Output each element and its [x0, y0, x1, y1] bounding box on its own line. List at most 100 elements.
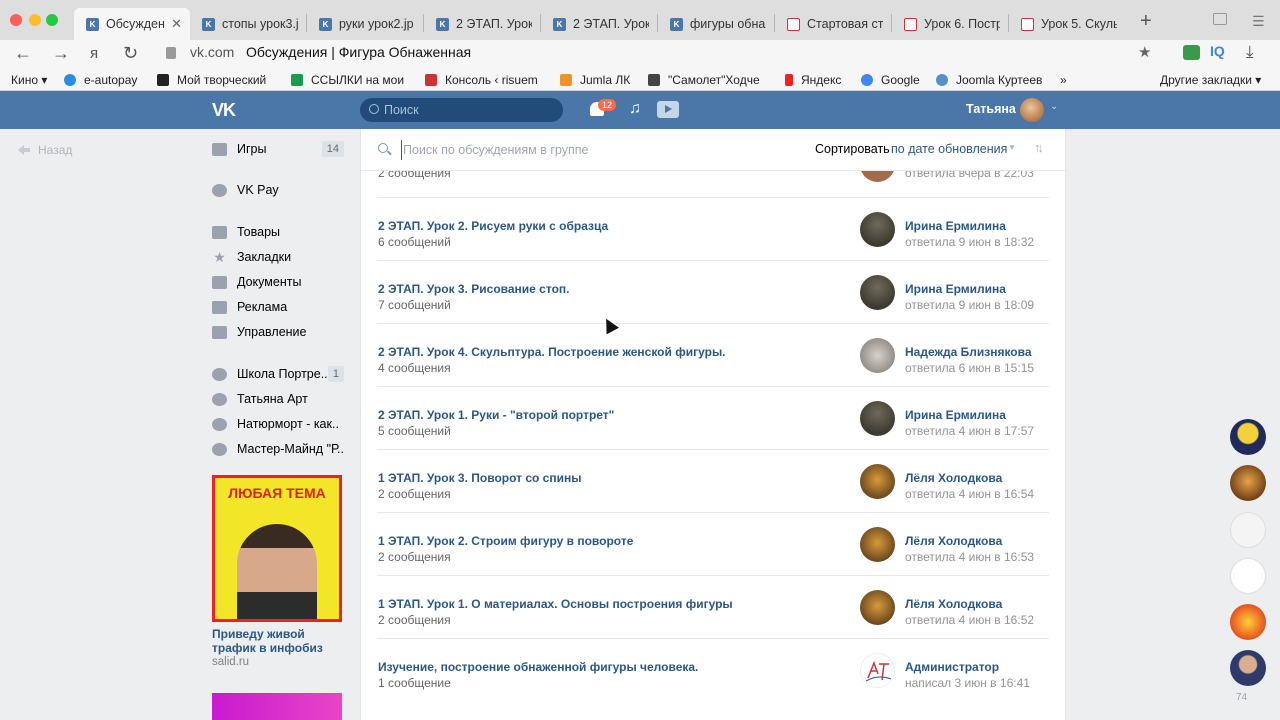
topic-title[interactable]: Изучение, построение обнаженной фигуры ч… — [378, 660, 698, 674]
tab-overview-icon[interactable] — [1213, 13, 1227, 25]
video-icon[interactable] — [657, 101, 679, 118]
chat-avatar[interactable] — [1230, 419, 1266, 455]
browser-tab[interactable]: K стопы урок3.jp — [190, 8, 306, 40]
forward-arrow-icon[interactable]: → — [52, 43, 70, 64]
topic-row[interactable]: 2 ЭТАП. Урок 1. Руки - "второй портрет" … — [377, 387, 1049, 450]
chat-avatar[interactable] — [1230, 650, 1266, 686]
iq-extension-icon[interactable]: IQ — [1210, 43, 1225, 59]
topic-author[interactable]: Ирина Ермилина — [905, 408, 1006, 422]
bookmark-item[interactable]: Яндекс — [785, 73, 841, 87]
sidebar-item-group[interactable]: Мастер-Майнд "Р.. — [212, 439, 344, 459]
avatar[interactable] — [1020, 98, 1044, 122]
topic-row[interactable]: 2 ЭТАП. Урок 4. Скульптура. Построение ж… — [377, 324, 1049, 387]
sidebar-item-goods[interactable]: Товары — [212, 222, 344, 242]
download-icon[interactable]: ⤓ — [1246, 42, 1254, 62]
topic-author[interactable]: Ирина Ермилина — [905, 282, 1006, 296]
browser-tab[interactable]: Урок 5. Скуль — [1009, 8, 1125, 40]
avatar[interactable] — [860, 527, 895, 562]
sidebar-item-group[interactable]: Татьяна Арт — [212, 389, 344, 409]
topic-author[interactable]: Администратор — [905, 660, 999, 674]
topic-author[interactable]: Лёля Холодкова — [905, 471, 1002, 485]
discussion-search-input[interactable] — [401, 140, 761, 160]
topic-title[interactable]: 1 ЭТАП. Урок 2. Строим фигуру в повороте — [378, 534, 633, 548]
vk-search-input[interactable]: Поиск — [360, 98, 563, 122]
avatar[interactable] — [860, 212, 895, 247]
topic-title[interactable]: 1 ЭТАП. Урок 1. О материалах. Основы пос… — [378, 597, 733, 611]
back-link[interactable]: Назад — [18, 143, 72, 157]
bookmark-item[interactable]: Консоль ‹ risuem — [425, 73, 538, 87]
back-arrow-icon[interactable]: ← — [14, 43, 32, 64]
user-name[interactable]: Татьяна — [966, 102, 1016, 116]
sidebar-item-ads[interactable]: Реклама — [212, 297, 344, 317]
bookmark-item[interactable]: Google — [861, 73, 920, 87]
bookmark-item[interactable]: Мой творческий — [157, 73, 266, 87]
chevron-down-icon[interactable]: ▼ — [1008, 143, 1016, 152]
chat-count[interactable]: 74 — [1236, 692, 1247, 703]
extension-icon[interactable] — [1183, 45, 1200, 60]
topic-row[interactable]: 1 ЭТАП. Урок 1. О материалах. Основы пос… — [377, 576, 1049, 639]
sidebar-item-games[interactable]: Игры 14 — [212, 139, 344, 159]
chat-avatar[interactable] — [1230, 558, 1266, 594]
bookmark-item[interactable]: e-autopay — [64, 73, 137, 87]
ad-banner-image[interactable]: ЛЮБАЯ ТЕМА — [212, 475, 342, 622]
avatar[interactable] — [860, 464, 895, 499]
sidebar-item-manage[interactable]: Управление — [212, 322, 344, 342]
sidebar-item-group[interactable]: Натюрморт - как.. — [212, 414, 344, 434]
ad-title[interactable]: Приведу живой трафик в инфобиз — [212, 627, 342, 655]
topic-row[interactable]: 2 ЭТАП. Урок 3. Рисование стоп. 7 сообще… — [377, 261, 1049, 324]
topic-row[interactable]: 2 ЭТАП. Урок 2. Рисуем руки с образца 6 … — [377, 198, 1049, 261]
topic-row[interactable]: Изучение, построение обнаженной фигуры ч… — [377, 639, 1049, 702]
topic-title[interactable]: 2 ЭТАП. Урок 4. Скульптура. Построение ж… — [378, 345, 726, 359]
bookmark-item[interactable]: Jumla ЛК — [560, 73, 630, 87]
ad-banner-image[interactable] — [212, 693, 342, 720]
chat-avatar[interactable] — [1230, 465, 1266, 501]
admin-logo-avatar[interactable] — [860, 653, 895, 688]
zoom-window-button[interactable] — [46, 14, 58, 26]
vk-logo[interactable]: VK — [212, 100, 236, 121]
topic-row[interactable]: 1 ЭТАП. Урок 2. Строим фигуру в повороте… — [377, 513, 1049, 576]
new-tab-plus-icon[interactable]: + — [1140, 10, 1152, 33]
avatar[interactable] — [860, 338, 895, 373]
topic-title[interactable]: 2 ЭТАП. Урок 1. Руки - "второй портрет" — [378, 408, 614, 422]
sidebar-item-group[interactable]: Школа Портре... 1 — [212, 364, 344, 384]
browser-tab[interactable]: K 2 ЭТАП. Урок — [541, 8, 657, 40]
menu-icon[interactable]: ☰ — [1252, 13, 1265, 30]
browser-tab[interactable]: K Обсуждени ✕ — [74, 8, 190, 40]
bookmark-item[interactable]: "Самолет"Ходче — [648, 73, 760, 87]
chat-avatar[interactable] — [1230, 512, 1266, 548]
avatar[interactable] — [860, 275, 895, 310]
avatar[interactable] — [860, 590, 895, 625]
topic-title[interactable]: 2 ЭТАП. Урок 2. Рисуем руки с образца — [378, 219, 608, 233]
minimize-window-button[interactable] — [29, 14, 41, 26]
other-bookmarks[interactable]: Другие закладки ▾ — [1160, 73, 1261, 87]
url-host[interactable]: vk.com — [190, 44, 234, 60]
topic-title[interactable]: 1 ЭТАП. Урок 3. Поворот со спины — [378, 471, 581, 485]
bookmark-item[interactable]: ССЫЛКИ на мои — [291, 73, 404, 87]
browser-tab[interactable]: K 2 ЭТАП. Урок — [424, 8, 540, 40]
sort-direction-icon[interactable]: ↑↓ — [1034, 140, 1044, 155]
sidebar-item-vkpay[interactable]: VK Pay — [212, 180, 344, 200]
topic-row[interactable]: 1 ЭТАП. Урок 3. Поворот со спины 2 сообщ… — [377, 450, 1049, 513]
bookmark-item[interactable]: Joomla Куртеев — [936, 73, 1042, 87]
chevron-down-icon[interactable]: ⌄ — [1050, 101, 1058, 112]
reload-icon[interactable]: ↻ — [123, 43, 138, 64]
music-icon[interactable]: ♫ — [629, 100, 641, 118]
chat-avatar[interactable] — [1230, 604, 1266, 640]
topic-title[interactable]: 2 ЭТАП. Урок 3. Рисование стоп. — [378, 282, 569, 296]
browser-tab[interactable]: Урок 6. Постр — [892, 8, 1008, 40]
bookmark-item[interactable]: Кино ▾ — [11, 73, 47, 87]
close-tab-icon[interactable]: ✕ — [171, 16, 182, 32]
yandex-icon[interactable]: я — [90, 45, 98, 62]
topic-author[interactable]: Надежда Близнякова — [905, 345, 1032, 359]
sidebar-item-documents[interactable]: Документы — [212, 272, 344, 292]
sidebar-item-bookmarks[interactable]: ★ Закладки — [212, 247, 344, 267]
avatar[interactable] — [860, 401, 895, 436]
browser-tab[interactable]: K фигуры обна: — [658, 8, 774, 40]
topic-author[interactable]: Лёля Холодкова — [905, 534, 1002, 548]
bookmark-icon[interactable]: ★ — [1138, 43, 1151, 61]
sort-dropdown[interactable]: по дате обновления — [891, 142, 1007, 156]
topic-author[interactable]: Ирина Ермилина — [905, 219, 1006, 233]
more-bookmarks-icon[interactable]: » — [1060, 73, 1067, 87]
close-window-button[interactable] — [10, 14, 22, 26]
topic-author[interactable]: Лёля Холодкова — [905, 597, 1002, 611]
